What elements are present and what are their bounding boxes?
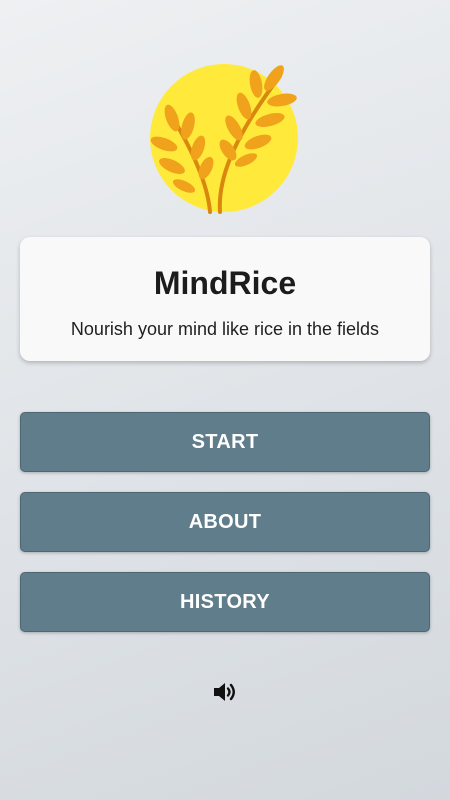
about-button[interactable]: ABOUT bbox=[20, 492, 430, 552]
sound-toggle-button[interactable] bbox=[210, 678, 240, 706]
start-button[interactable]: START bbox=[20, 412, 430, 472]
history-button[interactable]: HISTORY bbox=[20, 572, 430, 632]
app-title: MindRice bbox=[153, 265, 297, 301]
app-logo bbox=[148, 62, 300, 214]
speaker-volume-icon bbox=[214, 683, 235, 701]
app-subtitle: Nourish your mind like rice in the field… bbox=[70, 319, 380, 339]
rice-plant-icon bbox=[150, 64, 298, 214]
title-card: MindRice Nourish your mind like rice in … bbox=[20, 237, 430, 361]
